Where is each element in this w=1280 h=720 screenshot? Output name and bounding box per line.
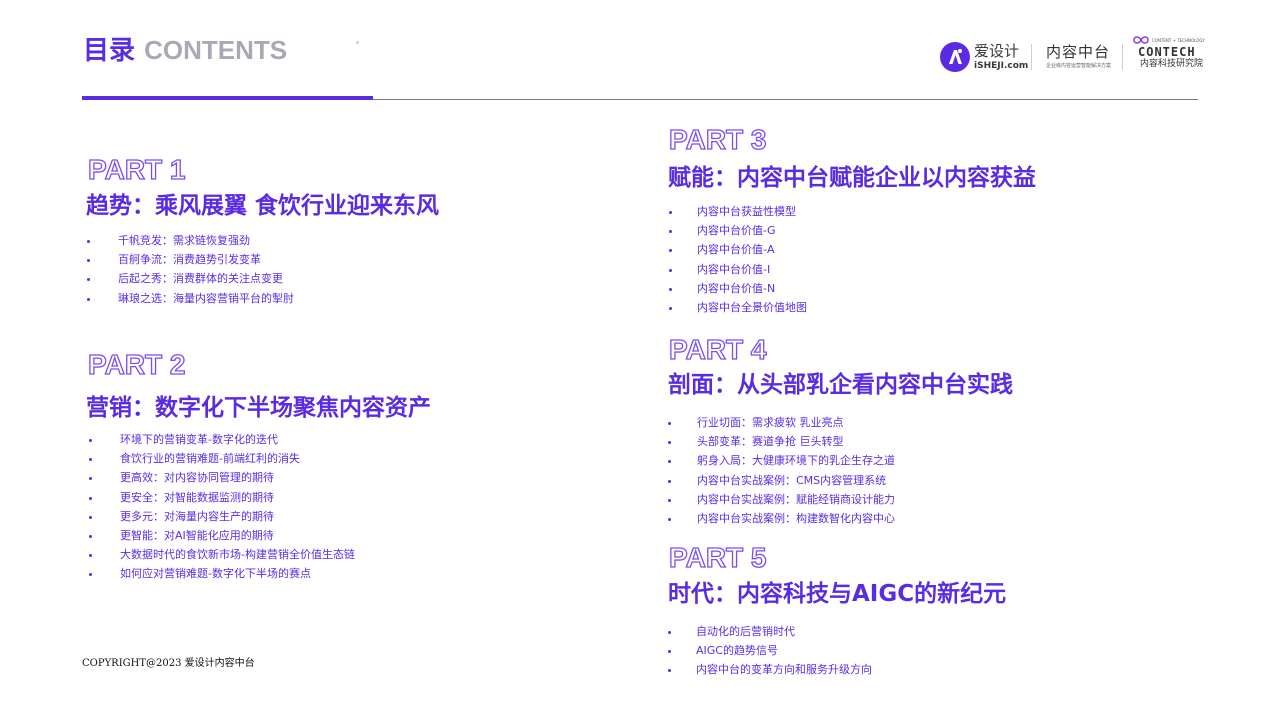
bullet bbox=[669, 268, 672, 272]
list-item[interactable]: 内容中台价值-A bbox=[669, 243, 1036, 262]
list-item[interactable]: AIGC的趋势信号 bbox=[668, 644, 1006, 663]
list-item[interactable]: 躬身入局：大健康环境下的乳企生存之道 bbox=[668, 454, 1013, 473]
part-1-list: 千帆竞发：需求链恢复强劲 百舸争流：消费趋势引发变革 后起之秀：消费群体的关注点… bbox=[87, 234, 439, 311]
part-3-list: 内容中台获益性模型 内容中台价值-G 内容中台价值-A 内容中台价值-I 内容中… bbox=[669, 205, 1036, 320]
bullet bbox=[89, 477, 92, 481]
section-heading: 趋势：乘风展翼 食饮行业迎来东风 bbox=[86, 193, 440, 219]
list-item[interactable]: 如何应对营销难题-数字化下半场的赛点 bbox=[88, 567, 431, 586]
contech-logo: CONTENT + TECHNOLOGY CONTECH 内容科技研究院 bbox=[1132, 35, 1205, 69]
list-item[interactable]: 头部变革：赛道争抢 巨头转型 bbox=[668, 435, 1013, 454]
list-item[interactable]: 内容中台价值-I bbox=[669, 263, 1036, 282]
section-heading: 时代：内容科技与AIGC的新纪元 bbox=[668, 581, 1007, 607]
neirong-slogan: 企业级内容运营智能解决方案 bbox=[1046, 63, 1112, 69]
neirong-logo: 内容中台 企业级内容运营智能解决方案 bbox=[1046, 42, 1112, 70]
part-1-section: PART 1 趋势：乘风展翼 食饮行业迎来东风 千帆竞发：需求链恢复强劲 百舸争… bbox=[86, 154, 440, 311]
bullet bbox=[668, 441, 671, 445]
list-item[interactable]: 百舸争流：消费趋势引发变革 bbox=[87, 253, 439, 272]
page-title: 目录 CONTENTS bbox=[83, 32, 287, 69]
list-item[interactable]: 行业切面：需求疲软 乳业亮点 bbox=[668, 416, 1013, 435]
contech-infinity-icon bbox=[1133, 36, 1149, 44]
bullet bbox=[89, 439, 92, 442]
bullet bbox=[669, 249, 672, 253]
title-cn: 目录 bbox=[83, 36, 136, 66]
list-item[interactable]: 内容中台获益性模型 bbox=[669, 205, 1036, 224]
part-5-list: 自动化的后营销时代 AIGC的趋势信号 内容中台的变革方向和服务升级方向 bbox=[668, 625, 1006, 683]
aisheji-name: 爱设计 bbox=[974, 42, 1020, 60]
header-divider bbox=[373, 99, 1198, 100]
decorative-dot bbox=[356, 41, 359, 44]
bullet bbox=[87, 259, 90, 263]
logo-separator bbox=[1122, 44, 1123, 70]
logo-separator bbox=[1031, 44, 1032, 70]
part-2-list: 环境下的营销变革-数字化的迭代 食饮行业的营销难题-前端红利的消失 更高效：对内… bbox=[88, 433, 431, 587]
part-2-section: PART 2 营销：数字化下半场聚焦内容资产 环境下的营销变革-数字化的迭代 食… bbox=[86, 349, 431, 587]
list-item[interactable]: 内容中台价值-N bbox=[669, 282, 1036, 301]
bullet bbox=[668, 422, 671, 425]
list-item[interactable]: 内容中台的变革方向和服务升级方向 bbox=[668, 663, 1006, 682]
bullet bbox=[668, 650, 671, 654]
bullet bbox=[89, 534, 92, 538]
part-3-section: PART 3 赋能：内容中台赋能企业以内容获益 内容中台获益性模型 内容中台价值… bbox=[668, 124, 1036, 320]
part-label: PART 1 bbox=[87, 154, 186, 185]
title-en: CONTENTS bbox=[144, 35, 288, 65]
bullet bbox=[87, 278, 90, 282]
bullet bbox=[89, 573, 92, 577]
part-label: PART 5 bbox=[668, 542, 767, 573]
bullet bbox=[668, 479, 671, 483]
list-item[interactable]: 内容中台实战案例：赋能经销商设计能力 bbox=[668, 493, 1013, 512]
list-item[interactable]: 更多元：对海量内容生产的期待 bbox=[88, 510, 431, 529]
header-accent-rule bbox=[82, 96, 373, 100]
list-item[interactable]: 后起之秀：消费群体的关注点变更 bbox=[87, 272, 439, 291]
part-4-list: 行业切面：需求疲软 乳业亮点 头部变革：赛道争抢 巨头转型 躬身入局：大健康环境… bbox=[668, 416, 1013, 531]
aisheji-logo: 爱设计 iSHEJI.com bbox=[940, 42, 1028, 74]
section-heading: 剖面：从头部乳企看内容中台实践 bbox=[668, 372, 1013, 398]
part-5-section: PART 5 时代：内容科技与AIGC的新纪元 自动化的后营销时代 AIGC的趋… bbox=[668, 542, 1007, 683]
bullet bbox=[668, 669, 671, 673]
contech-tagline: CONTENT + TECHNOLOGY bbox=[1152, 38, 1205, 43]
list-item[interactable]: 千帆竞发：需求链恢复强劲 bbox=[87, 234, 439, 253]
aisheji-domain: iSHEJI.com bbox=[974, 61, 1029, 71]
list-item[interactable]: 更安全：对智能数据监测的期待 bbox=[88, 491, 431, 510]
aisheji-mark-icon bbox=[940, 42, 970, 72]
bullet bbox=[89, 458, 92, 462]
part-4-section: PART 4 剖面：从头部乳企看内容中台实践 行业切面：需求疲软 乳业亮点 头部… bbox=[668, 334, 1013, 531]
list-item[interactable]: 内容中台全景价值地图 bbox=[669, 301, 1036, 320]
list-item[interactable]: 更高效：对内容协同管理的期待 bbox=[88, 471, 431, 490]
list-item[interactable]: 大数据时代的食饮新市场-构建营销全价值生态链 bbox=[88, 548, 431, 567]
list-item[interactable]: 环境下的营销变革-数字化的迭代 bbox=[88, 433, 431, 452]
bullet bbox=[668, 460, 671, 464]
list-item[interactable]: 琳琅之选：海量内容营销平台的掣肘 bbox=[87, 292, 439, 311]
list-item[interactable]: 更智能：对AI智能化应用的期待 bbox=[88, 529, 431, 548]
part-label: PART 4 bbox=[668, 334, 767, 365]
bullet bbox=[668, 631, 671, 634]
bullet bbox=[89, 496, 92, 500]
bullet bbox=[668, 498, 671, 502]
bullet bbox=[669, 287, 672, 291]
bullet bbox=[89, 554, 92, 558]
list-item[interactable]: 内容中台实战案例：构建数智化内容中心 bbox=[668, 512, 1013, 531]
bullet bbox=[89, 515, 92, 519]
part-label: PART 3 bbox=[668, 124, 767, 155]
bullet bbox=[669, 211, 672, 214]
contech-name: CONTECH bbox=[1138, 45, 1196, 59]
list-item[interactable]: 自动化的后营销时代 bbox=[668, 625, 1006, 644]
section-heading: 营销：数字化下半场聚焦内容资产 bbox=[86, 395, 431, 421]
bullet bbox=[87, 297, 90, 301]
contech-subtitle: 内容科技研究院 bbox=[1140, 59, 1204, 69]
section-heading: 赋能：内容中台赋能企业以内容获益 bbox=[668, 165, 1036, 191]
list-item[interactable]: 内容中台实战案例：CMS内容管理系统 bbox=[668, 474, 1013, 493]
footer-copyright: COPYRIGHT@2023 爱设计内容中台 bbox=[82, 658, 255, 669]
list-item[interactable]: 内容中台价值-G bbox=[669, 224, 1036, 243]
part-label: PART 2 bbox=[87, 349, 186, 380]
bullet bbox=[669, 306, 672, 310]
neirong-name: 内容中台 bbox=[1046, 43, 1111, 61]
bullet bbox=[668, 517, 671, 521]
bullet bbox=[669, 230, 672, 234]
list-item[interactable]: 食饮行业的营销难题-前端红利的消失 bbox=[88, 452, 431, 471]
bullet bbox=[87, 240, 90, 243]
